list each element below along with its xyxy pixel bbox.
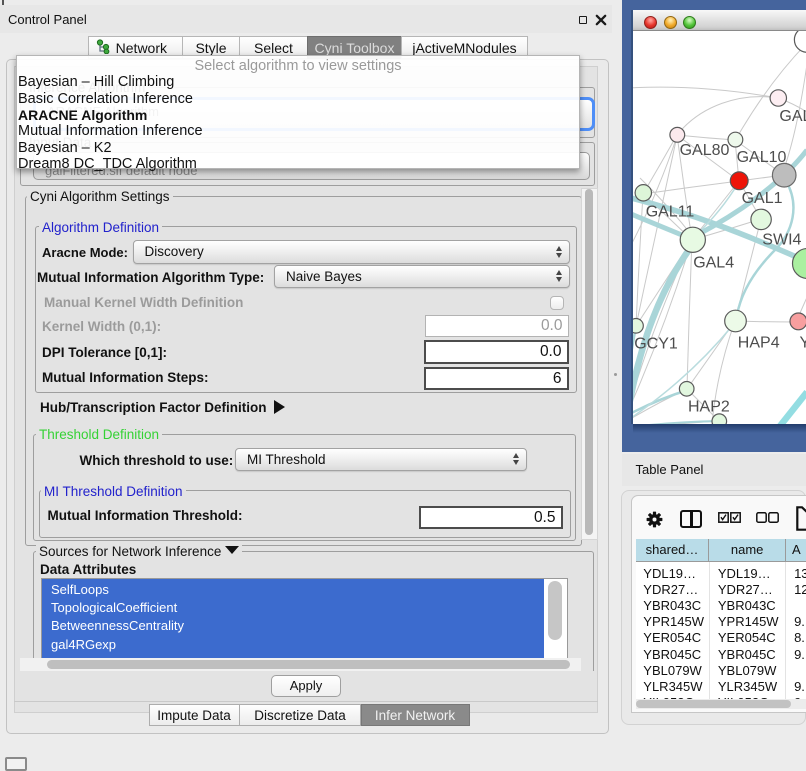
svg-text:GAL1: GAL1 bbox=[742, 190, 783, 207]
svg-text:GAL7: GAL7 bbox=[779, 108, 806, 125]
svg-text:GCY1: GCY1 bbox=[634, 336, 678, 353]
svg-text:GAL11: GAL11 bbox=[646, 204, 695, 221]
svg-text:HAP2: HAP2 bbox=[688, 399, 730, 416]
svg-text:GAL80: GAL80 bbox=[680, 142, 730, 159]
svg-text:SWI4: SWI4 bbox=[762, 232, 801, 249]
svg-text:HAP4: HAP4 bbox=[738, 335, 780, 352]
svg-text:GAL4: GAL4 bbox=[693, 255, 734, 272]
svg-text:GAL10: GAL10 bbox=[737, 149, 787, 166]
svg-text:Y: Y bbox=[800, 335, 806, 352]
